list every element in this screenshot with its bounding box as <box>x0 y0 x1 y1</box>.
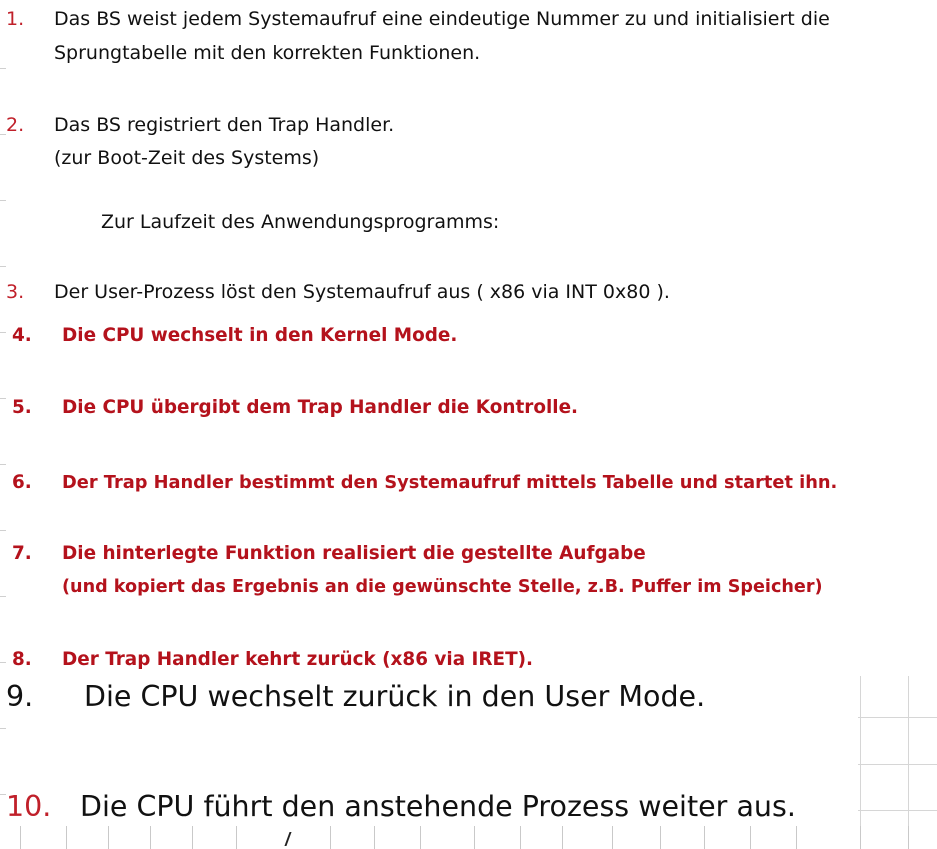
ruler-tick <box>66 826 67 849</box>
grid-line <box>908 676 909 826</box>
item-line: Die CPU übergibt dem Trap Handler die Ko… <box>62 397 579 418</box>
item-line: Die hinterlegte Funktion realisiert die … <box>62 543 646 564</box>
item-line: Der Trap Handler bestimmt den Systemaufr… <box>62 472 838 493</box>
ruler-tick <box>562 826 563 849</box>
ruler-tick <box>750 826 751 849</box>
margin-tick <box>0 332 6 333</box>
grid-line <box>860 676 861 826</box>
ruler-tick <box>520 826 521 849</box>
ruler-tick <box>420 826 421 849</box>
item-line: Das BS weist jedem Systemaufruf eine ein… <box>54 8 830 30</box>
item-number: 3. <box>6 281 25 303</box>
margin-tick <box>0 530 6 531</box>
ruler-tick <box>150 826 151 849</box>
ruler-tick <box>796 826 797 849</box>
item-line: Die CPU führt den anstehende Prozess wei… <box>80 790 796 823</box>
item-number: 2. <box>6 114 25 136</box>
item-line: Sprungtabelle mit den korrekten Funktion… <box>54 42 481 64</box>
ruler-tick <box>908 826 909 849</box>
item-number: 5. <box>12 397 32 418</box>
ruler-tick <box>860 826 861 849</box>
bottom-ruler <box>0 826 937 849</box>
item-number: 8. <box>12 649 32 670</box>
margin-tick <box>0 596 6 597</box>
section-heading: Zur Laufzeit des Anwendungsprogramms: <box>101 211 500 233</box>
item-number: 10. <box>6 790 52 823</box>
ruler-tick <box>704 826 705 849</box>
margin-tick <box>0 464 6 465</box>
grid-line <box>858 810 937 811</box>
item-line: Der Trap Handler kehrt zurück (x86 via I… <box>62 649 534 670</box>
item-line: (zur Boot-Zeit des Systems) <box>54 147 320 169</box>
ruler-tick <box>374 826 375 849</box>
ruler-tick <box>474 826 475 849</box>
item-line: Die CPU wechselt in den Kernel Mode. <box>62 325 458 346</box>
item-number: 6. <box>12 472 32 493</box>
ruler-tick <box>236 826 237 849</box>
ruler-tick <box>330 826 331 849</box>
ruler-tick <box>660 826 661 849</box>
item-line: Der User-Prozess löst den Systemaufruf a… <box>54 281 670 303</box>
slide-page: 1. Das BS weist jedem Systemaufruf eine … <box>0 0 937 849</box>
ruler-tick <box>192 826 193 849</box>
item-number: 7. <box>12 543 32 564</box>
margin-tick <box>0 200 6 201</box>
item-number: 9. <box>6 680 34 713</box>
margin-tick <box>0 728 6 729</box>
ruler-tick <box>20 826 21 849</box>
margin-tick <box>0 398 6 399</box>
margin-tick <box>0 662 6 663</box>
grid-line <box>858 717 937 718</box>
item-line: (und kopiert das Ergebnis an die gewünsc… <box>62 577 823 597</box>
item-number: 4. <box>12 325 32 346</box>
item-number: 1. <box>6 8 25 30</box>
item-line: Das BS registriert den Trap Handler. <box>54 114 395 136</box>
item-line: Die CPU wechselt zurück in den User Mode… <box>84 680 706 713</box>
margin-tick <box>0 68 6 69</box>
grid-line <box>858 764 937 765</box>
margin-tick <box>0 266 6 267</box>
ruler-tick <box>612 826 613 849</box>
ruler-tick <box>108 826 109 849</box>
